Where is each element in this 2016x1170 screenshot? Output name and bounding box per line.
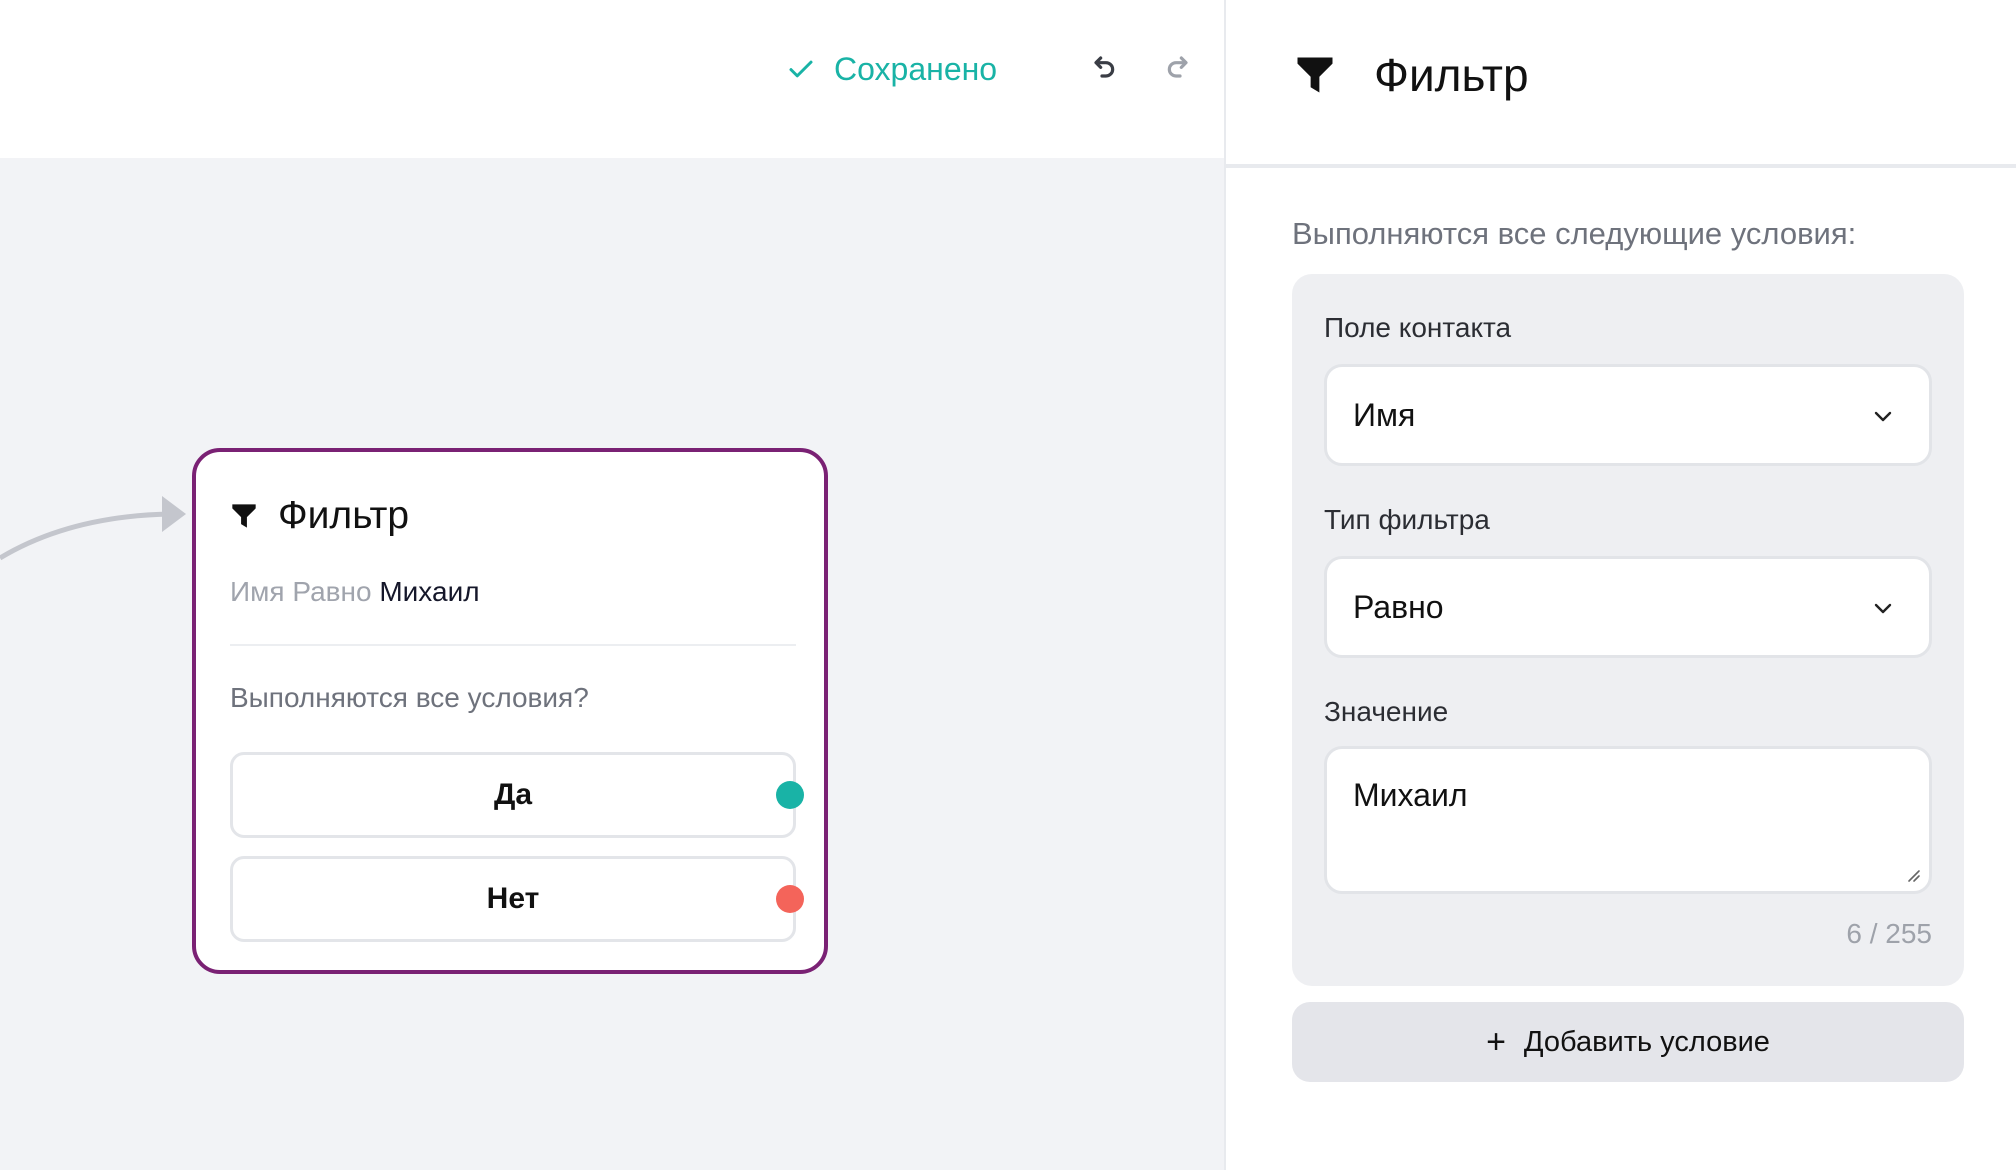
chevron-down-icon xyxy=(1874,603,1892,614)
value-label: Значение xyxy=(1324,696,1449,727)
filter-node[interactable]: Фильтр Имя Равно Михаил Выполняются все … xyxy=(192,448,828,974)
node-condition-value: Михаил xyxy=(379,576,480,607)
add-condition-label: Добавить условие xyxy=(1523,1025,1770,1058)
value-textarea[interactable]: Михаил xyxy=(1324,746,1932,894)
char-counter: 6 / 255 xyxy=(1846,918,1932,949)
incoming-connector xyxy=(0,496,186,561)
node-question: Выполняются все условия? xyxy=(230,682,589,713)
branch-yes-label: Да xyxy=(493,778,533,811)
contact-field-label: Поле контакта xyxy=(1324,312,1512,343)
plus-icon: + xyxy=(1486,1023,1506,1061)
node-title-text: Фильтр xyxy=(278,494,410,537)
canvas-area[interactable]: Сохранено Фильтр Имя Равно Михаил Выполн… xyxy=(0,0,1224,1170)
saved-label: Сохранено xyxy=(834,50,998,87)
node-condition-field: Имя xyxy=(230,576,285,607)
filter-type-label: Тип фильтра xyxy=(1324,504,1490,535)
top-bar: Сохранено xyxy=(0,0,1224,158)
chevron-down-icon xyxy=(1874,411,1892,422)
branch-no-label: Нет xyxy=(486,882,540,915)
settings-panel: Фильтр Выполняются все следующие условия… xyxy=(1224,0,2016,1170)
panel-title: Фильтр xyxy=(1294,48,1529,102)
panel-header: Фильтр xyxy=(1226,0,2016,168)
branch-yes-handle[interactable] xyxy=(776,781,804,809)
node-condition-op: Равно xyxy=(292,576,372,607)
branch-yes[interactable]: Да xyxy=(230,752,796,838)
branch-no[interactable]: Нет xyxy=(230,856,796,942)
add-condition-button[interactable]: + Добавить условие xyxy=(1292,1002,1964,1082)
node-title: Фильтр xyxy=(230,494,409,538)
filter-type-value: Равно xyxy=(1353,588,1444,625)
saved-status: Сохранено xyxy=(786,48,997,90)
resize-grip-icon[interactable] xyxy=(1905,867,1921,883)
condition-card: Поле контакта Имя Тип фильтра Равно Знач… xyxy=(1292,274,1964,986)
contact-field-value: Имя xyxy=(1353,396,1416,433)
node-condition: Имя Равно Михаил xyxy=(230,576,480,608)
filter-icon xyxy=(1297,57,1333,93)
value-text: Михаил xyxy=(1353,777,1468,813)
node-divider xyxy=(230,644,796,646)
redo-icon[interactable] xyxy=(1164,52,1196,84)
panel-title-text: Фильтр xyxy=(1374,49,1529,101)
filter-icon xyxy=(232,504,256,528)
filter-type-select[interactable]: Равно xyxy=(1324,556,1932,658)
undo-icon[interactable] xyxy=(1086,52,1118,84)
branch-no-handle[interactable] xyxy=(776,885,804,913)
check-icon xyxy=(789,60,813,78)
panel-subtitle: Выполняются все следующие условия: xyxy=(1292,216,1857,251)
contact-field-select[interactable]: Имя xyxy=(1324,364,1932,466)
